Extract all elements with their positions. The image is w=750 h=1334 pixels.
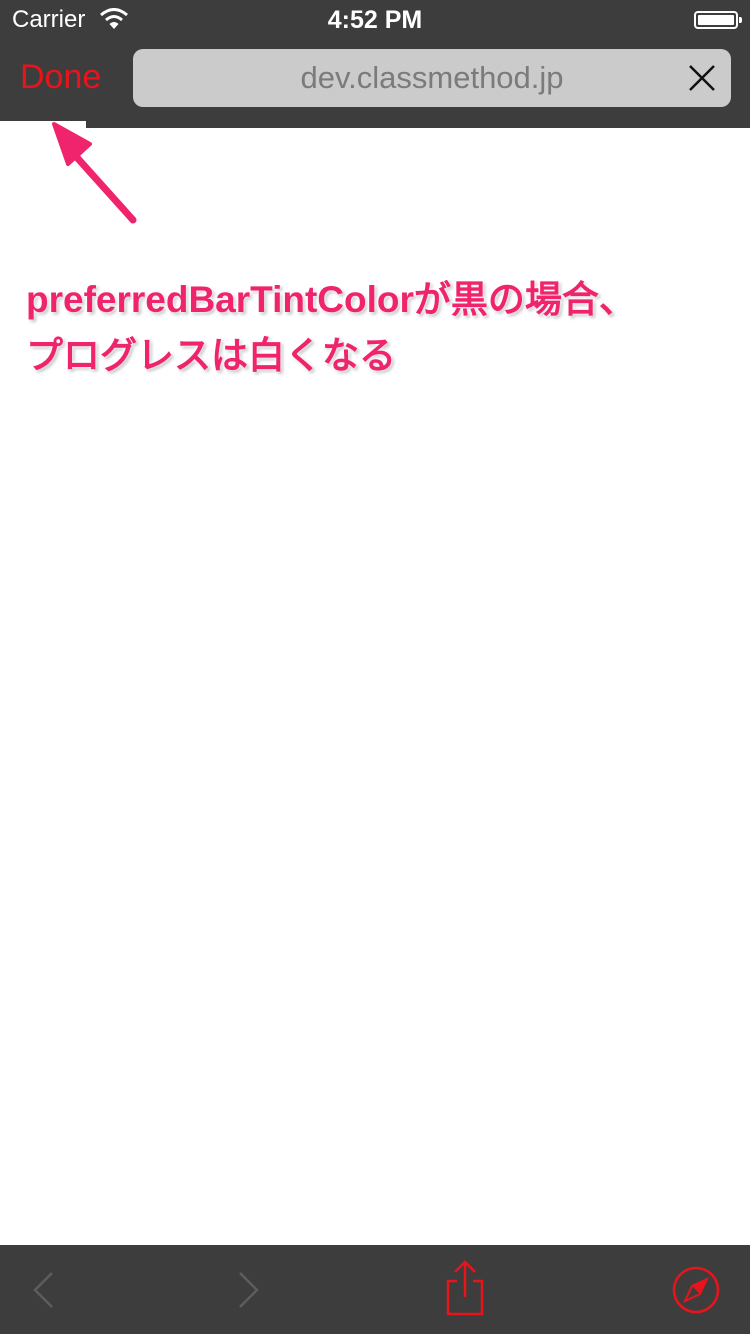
battery-level [698, 15, 734, 25]
url-text: dev.classmethod.jp [300, 60, 564, 95]
battery-icon [694, 11, 742, 29]
done-button[interactable]: Done [20, 58, 101, 97]
status-bar: Carrier 4:52 PM [0, 0, 750, 40]
annotation-line-1: preferredBarTintColorが黒の場合、 [26, 279, 636, 320]
bottom-toolbar [0, 1245, 750, 1334]
annotation-text: preferredBarTintColorが黒の場合、 プログレスは白くなる [26, 272, 726, 384]
navigation-bar: Carrier 4:52 PM Done dev.classmethod.jp [0, 0, 750, 128]
pointer-arrow-icon [52, 122, 137, 224]
annotation-line-2: プログレスは白くなる [26, 335, 396, 376]
share-icon[interactable] [442, 1259, 488, 1317]
url-field[interactable]: dev.classmethod.jp [133, 49, 731, 107]
forward-icon[interactable] [236, 1270, 262, 1310]
safari-compass-icon[interactable] [671, 1265, 721, 1315]
close-icon[interactable] [687, 63, 717, 93]
clock: 4:52 PM [327, 6, 423, 34]
back-icon[interactable] [30, 1270, 56, 1310]
